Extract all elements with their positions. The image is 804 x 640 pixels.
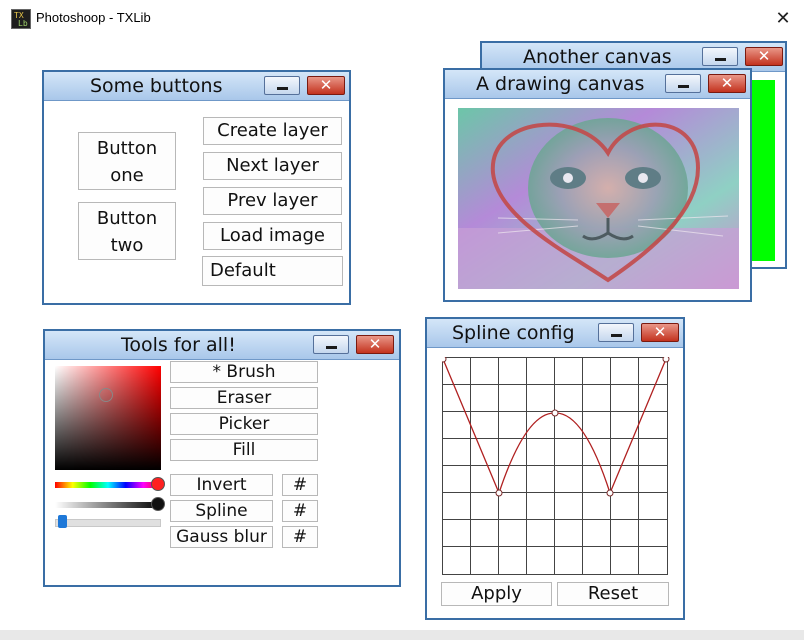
gauss-blur-button[interactable]: Gauss blur	[170, 526, 273, 548]
minimize-button[interactable]	[665, 74, 701, 93]
another-canvas-title: Another canvas	[523, 46, 672, 68]
color-picker-cursor[interactable]	[99, 388, 113, 402]
invert-hash-button[interactable]: #	[282, 474, 318, 496]
fill-tool-button[interactable]: Fill	[170, 439, 318, 461]
color-saturation-value-picker[interactable]	[55, 366, 161, 470]
close-button[interactable]: ✕	[356, 335, 394, 354]
button-one-line2: one	[110, 165, 144, 186]
load-image-button[interactable]: Load image	[203, 222, 342, 250]
apply-button[interactable]: Apply	[441, 582, 552, 606]
spline-curve-editor[interactable]	[442, 357, 670, 577]
default-button[interactable]: Default	[202, 256, 343, 286]
app-close-button[interactable]: ✕	[770, 7, 796, 31]
value-slider-handle[interactable]	[151, 497, 165, 511]
minimize-button[interactable]	[702, 47, 738, 66]
minimize-button[interactable]	[264, 76, 300, 95]
app-window: TX Lb Photoshoop - TXLib ✕ Some buttons ✕…	[0, 0, 804, 640]
next-layer-button[interactable]: Next layer	[203, 152, 342, 180]
spline-config-title-bar[interactable]: Spline config ✕	[427, 319, 683, 348]
hue-slider[interactable]	[55, 482, 161, 488]
spline-button[interactable]: Spline	[170, 500, 273, 522]
spline-control-point	[606, 489, 614, 497]
value-slider[interactable]	[55, 502, 161, 508]
reset-button[interactable]: Reset	[557, 582, 669, 606]
button-two[interactable]: Button two	[78, 202, 176, 260]
spline-config-panel: Spline config ✕ Apply Reset	[425, 317, 685, 620]
button-two-line2: two	[110, 235, 144, 256]
drawing-canvas-title: A drawing canvas	[476, 73, 645, 95]
button-one-line1: Button	[96, 138, 158, 159]
spline-control-point	[551, 409, 559, 417]
close-button[interactable]: ✕	[641, 323, 679, 342]
picker-tool-button[interactable]: Picker	[170, 413, 318, 435]
hue-slider-handle[interactable]	[151, 477, 165, 491]
tools-title-bar[interactable]: Tools for all! ✕	[45, 331, 399, 360]
spline-hash-button[interactable]: #	[282, 500, 318, 522]
spline-config-title: Spline config	[452, 322, 575, 344]
spline-control-point	[662, 357, 670, 363]
invert-button[interactable]: Invert	[170, 474, 273, 496]
size-slider[interactable]	[55, 519, 161, 527]
minimize-button[interactable]	[598, 323, 634, 342]
green-canvas[interactable]	[748, 80, 775, 261]
some-buttons-title: Some buttons	[90, 75, 223, 97]
spline-control-point	[495, 489, 503, 497]
close-button[interactable]: ✕	[745, 47, 783, 66]
minimize-button[interactable]	[313, 335, 349, 354]
spline-control-point	[442, 357, 447, 363]
drawing-canvas-title-bar[interactable]: A drawing canvas ✕	[445, 70, 750, 99]
tools-panel: Tools for all! ✕ * Brush Eraser Picker F…	[43, 329, 401, 587]
some-buttons-panel: Some buttons ✕ Button one Button two Cre…	[42, 70, 351, 305]
some-buttons-title-bar[interactable]: Some buttons ✕	[44, 72, 349, 101]
status-strip	[0, 630, 804, 640]
close-button[interactable]: ✕	[708, 74, 746, 93]
drawing-canvas-panel: A drawing canvas ✕	[443, 68, 752, 302]
brush-tool-button[interactable]: * Brush	[170, 361, 318, 383]
gauss-blur-hash-button[interactable]: #	[282, 526, 318, 548]
txlib-app-icon: TX Lb	[11, 9, 31, 29]
button-one[interactable]: Button one	[78, 132, 176, 190]
tools-title: Tools for all!	[121, 334, 236, 356]
cat-photo-with-heart-outline[interactable]	[458, 108, 739, 289]
close-button[interactable]: ✕	[307, 76, 345, 95]
eraser-tool-button[interactable]: Eraser	[170, 387, 318, 409]
button-two-line1: Button	[96, 208, 158, 229]
prev-layer-button[interactable]: Prev layer	[203, 187, 342, 215]
create-layer-button[interactable]: Create layer	[203, 117, 342, 145]
app-title-bar[interactable]: TX Lb Photoshoop - TXLib ✕	[0, 0, 804, 38]
size-slider-handle[interactable]	[58, 515, 67, 528]
app-title: Photoshoop - TXLib	[36, 10, 151, 25]
